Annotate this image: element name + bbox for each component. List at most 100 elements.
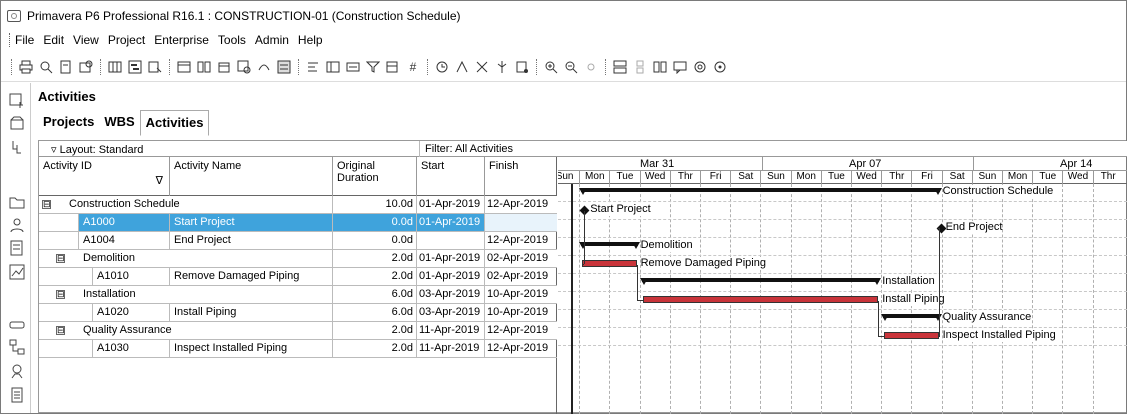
column-start[interactable]: Start: [417, 157, 485, 196]
folder-icon[interactable]: [9, 194, 25, 210]
wbs-row[interactable]: ⊟ Quality Assurance 2.0d 11-Apr-2019 12-Apr-…: [39, 322, 557, 340]
hierarchy-icon[interactable]: [9, 339, 25, 355]
bars-icon[interactable]: [128, 60, 142, 74]
menu-project[interactable]: Project: [108, 33, 145, 47]
view-icon[interactable]: [326, 60, 340, 74]
wbs-row[interactable]: ⊟ Demolition 2.0d 01-Apr-2019 02-Apr-2019: [39, 250, 557, 268]
hierarchy-icon[interactable]: [673, 60, 687, 74]
activity-row[interactable]: A1010 Remove Damaged Piping 2.0d 01-Apr-201…: [39, 268, 557, 286]
resource-icon[interactable]: [9, 217, 25, 233]
summary-bar[interactable]: [579, 188, 942, 195]
menu-edit[interactable]: Edit: [43, 33, 64, 47]
apply-actuals-icon[interactable]: [237, 60, 251, 74]
original-duration: 2.0d: [333, 268, 417, 285]
print-icon[interactable]: [19, 60, 33, 74]
expand-collapse-icon[interactable]: ⊟: [42, 200, 51, 209]
clock-icon[interactable]: [386, 60, 400, 74]
layout-dropdown[interactable]: ▿ Layout: Standard: [51, 143, 143, 156]
activity-table: Activity ID ∇ Activity Name Original Dura…: [39, 157, 557, 414]
activity-row[interactable]: A1000 Start Project 0.0d 01-Apr-2019: [39, 214, 557, 232]
filter-icon[interactable]: [366, 60, 380, 74]
activity-bar[interactable]: [642, 296, 879, 303]
start-date: 03-Apr-2019: [417, 304, 485, 321]
activity-id: A1010: [93, 268, 170, 285]
grid-line: [558, 327, 1127, 328]
tab-projects[interactable]: Projects: [38, 110, 99, 136]
wbs-row[interactable]: ⊟ Installation 6.0d 03-Apr-2019 10-Apr-2019: [39, 286, 557, 304]
document-icon[interactable]: [9, 387, 25, 403]
report-icon[interactable]: [9, 264, 25, 280]
day-label: Tue: [609, 171, 639, 184]
user-icon[interactable]: [9, 363, 25, 379]
original-duration: 10.0d: [333, 196, 417, 213]
zoom-fit-icon[interactable]: [584, 60, 598, 74]
activity-bar[interactable]: [582, 260, 637, 267]
activity-row[interactable]: A1020 Install Piping 6.0d 03-Apr-2019 10-Apr…: [39, 304, 557, 322]
project-icon[interactable]: [9, 240, 25, 256]
expand-collapse-icon[interactable]: ⊟: [56, 254, 65, 263]
print-preview-icon[interactable]: [39, 60, 53, 74]
schedule-icon[interactable]: [177, 60, 191, 74]
day-label: Sun: [971, 171, 1002, 184]
activity-bar[interactable]: [884, 332, 939, 339]
wbs-row[interactable]: ⊟ Construction Schedule 10.0d 01-Apr-2019 12…: [39, 196, 557, 214]
menu-help[interactable]: Help: [298, 33, 323, 47]
page-setup-icon[interactable]: [59, 60, 73, 74]
relationship-line: [937, 228, 939, 229]
menu-enterprise[interactable]: Enterprise: [154, 33, 209, 47]
original-duration: 0.0d: [333, 232, 417, 249]
group-sort-icon[interactable]: [306, 60, 320, 74]
summary-bar[interactable]: [881, 314, 942, 321]
activities-panel: ▿ Layout: Standard Filter: All Activitie…: [38, 140, 1127, 414]
menu-file[interactable]: File: [15, 33, 34, 47]
filter-label[interactable]: Filter: All Activities: [425, 143, 513, 155]
resources-icon[interactable]: #: [406, 60, 420, 74]
update-progress-icon[interactable]: [257, 60, 271, 74]
relationship-line: [584, 211, 586, 264]
tab-activities[interactable]: Activities: [139, 110, 210, 136]
tools-icon[interactable]: [435, 60, 449, 74]
level-icon[interactable]: [197, 60, 211, 74]
notes-icon[interactable]: [515, 60, 529, 74]
gantt-chart[interactable]: Mar 31 Apr 07 Apr 14 Sun Mon Tue Wed Thr Fri S…: [558, 157, 1127, 414]
menu-view[interactable]: View: [73, 33, 99, 47]
help-icon[interactable]: [713, 60, 727, 74]
store-period-icon[interactable]: [217, 60, 231, 74]
menu-tools[interactable]: Tools: [218, 33, 246, 47]
column-activity-id[interactable]: Activity ID ∇: [39, 157, 170, 196]
add-icon[interactable]: [9, 93, 25, 109]
bar-label: Remove Damaged Piping: [640, 257, 766, 270]
wbs-icon[interactable]: [9, 139, 25, 155]
split-icon[interactable]: [613, 60, 627, 74]
grid-line: [558, 309, 1127, 310]
collapse-icon[interactable]: [633, 60, 647, 74]
pane-icon[interactable]: [653, 60, 667, 74]
layout-icon[interactable]: [277, 60, 291, 74]
activity-row[interactable]: A1004 End Project 0.0d 12-Apr-2019: [39, 232, 557, 250]
summary-bar[interactable]: [579, 242, 640, 249]
day-label: Sat: [941, 171, 972, 184]
tracking-icon[interactable]: [9, 317, 25, 333]
publish-icon[interactable]: [79, 60, 93, 74]
zoom-in-icon[interactable]: [544, 60, 558, 74]
start-date: 01-Apr-2019: [417, 268, 485, 285]
chart-icon[interactable]: [148, 60, 162, 74]
column-activity-name[interactable]: Activity Name: [170, 157, 333, 196]
open-icon[interactable]: [9, 116, 25, 132]
column-original-duration[interactable]: Original Duration: [333, 157, 417, 196]
expand-collapse-icon[interactable]: ⊟: [56, 326, 65, 335]
tab-wbs[interactable]: WBS: [99, 110, 139, 136]
expand-collapse-icon[interactable]: ⊟: [56, 290, 65, 299]
finish-date: 10-Apr-2019: [487, 306, 549, 318]
reports-icon[interactable]: [475, 60, 489, 74]
steps-icon[interactable]: [495, 60, 509, 74]
menu-admin[interactable]: Admin: [255, 33, 289, 47]
trace-icon[interactable]: [455, 60, 469, 74]
settings-icon[interactable]: [693, 60, 707, 74]
zoom-out-icon[interactable]: [564, 60, 578, 74]
columns-icon[interactable]: [108, 60, 122, 74]
summary-bar[interactable]: [639, 278, 881, 285]
column-finish[interactable]: Finish: [485, 157, 557, 196]
activity-row[interactable]: A1030 Inspect Installed Piping 2.0d 11-Apr-…: [39, 340, 557, 358]
number-icon[interactable]: [346, 60, 360, 74]
